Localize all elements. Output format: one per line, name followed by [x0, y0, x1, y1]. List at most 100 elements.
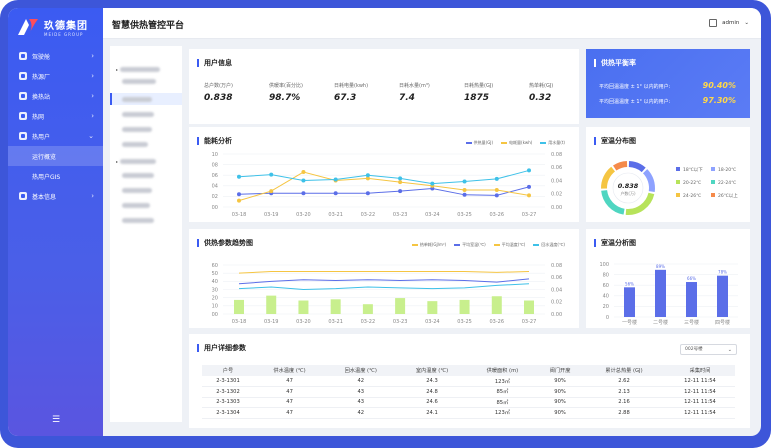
column-header: 阀门开度: [537, 365, 583, 376]
building-tree: ▸ ▸: [110, 46, 182, 422]
sidebar-item-label: 热源厂: [32, 73, 51, 81]
factory-icon: [19, 72, 27, 80]
tree-node[interactable]: [122, 141, 148, 147]
y2-tick-label: 0.04: [551, 178, 562, 184]
bar-data-label: 56%: [625, 281, 634, 286]
balance-value: 97.30%: [702, 96, 736, 105]
collapse-menu-icon[interactable]: ☰: [52, 415, 60, 425]
balance-card: 供热平衡率 平均回温温度 ± 1° 以内的用户: 90.40% 平均回温温度 ±…: [586, 49, 750, 118]
x-tick-label: 一号楼: [622, 319, 637, 326]
chevron-right-icon: ›: [91, 72, 94, 80]
gear-icon: [19, 192, 27, 200]
x-tick-label: 03-21: [328, 212, 343, 218]
y-tick-label: 80: [603, 272, 609, 278]
tree-node[interactable]: [122, 202, 150, 208]
tree-node[interactable]: [122, 172, 154, 178]
table-cell: 123㎡: [467, 376, 538, 387]
brand-name: 玖德集团: [44, 21, 88, 32]
table-cell: 42: [325, 407, 397, 419]
bar: [459, 299, 470, 314]
data-point: [494, 176, 499, 181]
y-tick-label: 40: [212, 279, 218, 285]
x-tick-label: 03-26: [490, 212, 505, 218]
x-tick-label: 03-22: [361, 319, 376, 325]
bar: [717, 275, 728, 317]
tree-node[interactable]: ▸: [116, 158, 157, 164]
y-tick-label: 00: [212, 205, 218, 211]
sidebar-item-basic-info[interactable]: 基本信息 ›: [8, 186, 103, 206]
bar: [362, 304, 373, 314]
tree-node[interactable]: [122, 187, 152, 193]
legend-swatch: [711, 167, 715, 171]
tree-node-label: [122, 96, 152, 102]
x-tick-label: 03-24: [425, 319, 440, 325]
series-line: [238, 169, 530, 185]
data-point: [333, 177, 338, 182]
bar: [234, 299, 244, 314]
chevron-right-icon: ›: [91, 52, 94, 60]
sidebar-subitem-gis[interactable]: 热用户GIS: [8, 166, 103, 186]
tree-node-label: [120, 66, 161, 72]
table-cell: 2.16: [582, 397, 666, 408]
stat-value: 0.32: [529, 93, 552, 103]
chevron-right-icon: ›: [91, 112, 94, 120]
data-point: [398, 176, 403, 181]
user-menu[interactable]: admin ⌄: [709, 19, 749, 27]
y2-tick-label: 0.08: [551, 263, 562, 269]
tree-node[interactable]: [122, 96, 152, 102]
topbar: 智慧供热管控平台 admin ⌄: [103, 8, 761, 39]
dashboard-icon: [19, 52, 27, 60]
x-tick-label: 03-27: [522, 212, 537, 218]
y-tick-label: 08: [212, 162, 218, 168]
sidebar-item-heat-source[interactable]: 热源厂 ›: [8, 66, 103, 86]
y-tick-label: 00: [212, 312, 218, 318]
tree-node[interactable]: [122, 78, 156, 84]
caret-right-icon: ▸: [116, 66, 119, 72]
data-point: [269, 189, 274, 194]
donut-center-label: 户数(万): [620, 190, 636, 196]
sidebar-item-cockpit[interactable]: 驾驶舱 ›: [8, 46, 103, 66]
table-row[interactable]: 2-3-1303 47 43 24.6 85㎡ 90% 2.16 12-11 1…: [202, 397, 735, 408]
data-point: [527, 168, 531, 173]
building-select[interactable]: 002号楼 ⌄: [680, 344, 737, 355]
sidebar-item-station[interactable]: 换热站 ›: [8, 86, 103, 106]
table-row[interactable]: 2-3-1302 47 43 24.8 85㎡ 90% 2.13 12-11 1…: [202, 386, 735, 398]
sidebar-item-users[interactable]: 热用户 ⌄: [8, 126, 103, 146]
bar: [524, 300, 534, 314]
column-header: 累计总热量 (GJ): [582, 365, 666, 376]
data-point: [301, 170, 306, 175]
tree-node[interactable]: [122, 111, 154, 117]
tree-node[interactable]: ▸: [116, 66, 161, 72]
table-cell: 2-3-1301: [202, 376, 254, 387]
table-row[interactable]: 2-3-1304 47 42 24.1 123㎡ 90% 2.88 12-11 …: [202, 407, 735, 419]
table-cell: 47: [253, 386, 326, 398]
tree-node-label: [122, 126, 152, 132]
bar-data-label: 78%: [718, 270, 727, 275]
stat-value: 98.7%: [269, 93, 301, 103]
tree-node-label: [122, 217, 154, 223]
table-cell: 85㎡: [467, 397, 538, 408]
building-select-value: 002号楼: [685, 347, 703, 352]
table-row[interactable]: 2-3-1301 47 42 24.3 123㎡ 90% 2.62 12-11 …: [202, 376, 735, 387]
sidebar-subitem-overview[interactable]: 运行概览: [8, 146, 103, 166]
chevron-down-icon: ⌄: [744, 20, 749, 26]
tree-node[interactable]: [122, 126, 152, 132]
data-point: [365, 191, 370, 196]
chevron-right-icon: ›: [91, 192, 94, 200]
tree-node-label: [122, 202, 150, 208]
tree-node-label: [122, 78, 156, 84]
tree-node[interactable]: [122, 217, 154, 223]
chevron-down-icon: ⌄: [727, 347, 732, 353]
y2-tick-label: 0.06: [551, 165, 562, 171]
tree-node-label: [120, 158, 157, 164]
sidebar-item-network[interactable]: 热网 ›: [8, 106, 103, 126]
table-cell: 24.6: [396, 397, 468, 408]
bar: [624, 287, 635, 317]
legend-swatch: [676, 180, 680, 184]
user-group-icon: [19, 132, 27, 140]
legend-swatch: [711, 193, 715, 197]
x-tick-label: 03-19: [264, 212, 279, 218]
room-dist-donut-chart: 0.838户数(万) 18℃以下 18-20℃ 20-22℃ 22-24℃ 24-26℃ 2…: [601, 161, 738, 215]
sidebar: 玖德集团 MEIDE GROUP 驾驶舱 › 热源厂 › 换热站 › 热网 › …: [8, 8, 103, 436]
legend-swatch: [676, 167, 680, 171]
